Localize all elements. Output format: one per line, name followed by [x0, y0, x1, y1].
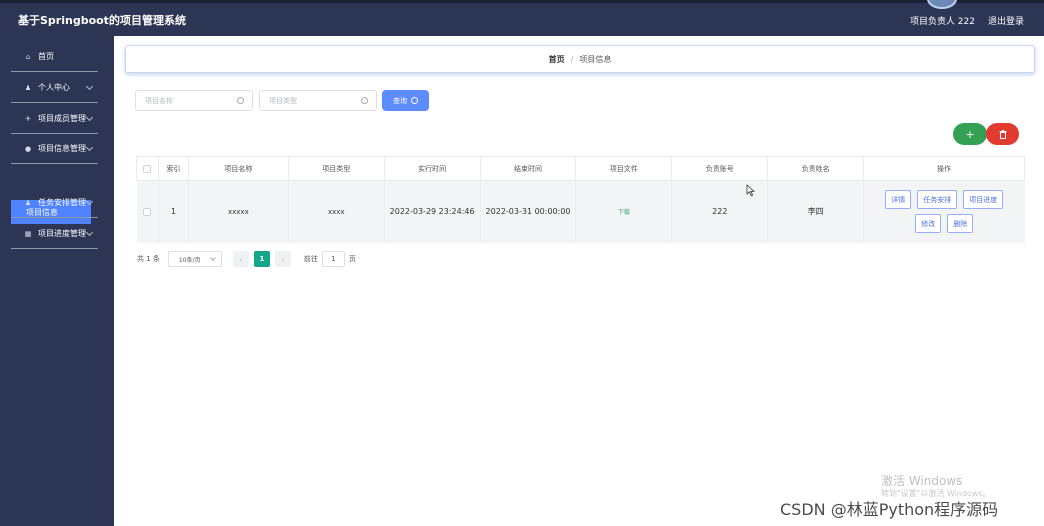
csdn-watermark: CSDN @林蓝Python程序源码	[780, 500, 999, 519]
operations-row: 详情 任务安排 项目进度	[885, 190, 1004, 210]
chevron-down-icon	[85, 228, 94, 237]
search-icon	[361, 97, 368, 104]
current-user-label: 项目负责人 222	[909, 17, 975, 27]
row-select-cell[interactable]	[136, 180, 159, 243]
table-row: 1 xxxxx xxxx 2022-03-29 23:24:46 2022-03…	[136, 180, 1025, 243]
operations-row: 修改 删除	[915, 214, 974, 234]
cell-end-time: 2022-03-31 00:00:00	[480, 180, 577, 243]
chevron-down-icon	[85, 113, 94, 122]
trash-icon	[999, 129, 1006, 139]
column-header: 项目文件	[575, 156, 673, 181]
next-page-button[interactable]: ›	[274, 251, 291, 267]
sidebar-item-members[interactable]: ✈ 项目成员管理	[11, 104, 98, 134]
operations-group: 详情 任务安排 项目进度 修改 删除	[864, 190, 1024, 234]
download-link[interactable]: 下载	[618, 209, 630, 216]
sidebar-item-tasks[interactable]: ♟ 任务安排管理	[11, 188, 98, 218]
select-all-checkbox[interactable]	[143, 164, 152, 173]
cell-operations: 详情 任务安排 项目进度 修改 删除	[863, 180, 1025, 243]
delete-button[interactable]: 删除	[947, 214, 974, 234]
column-header: 索引	[157, 156, 189, 181]
column-header: 项目名称	[187, 156, 289, 181]
user-icon: ♟	[24, 83, 32, 92]
chevron-down-icon	[85, 82, 94, 91]
select-all-header[interactable]	[136, 156, 159, 181]
page-size-select[interactable]: 10条/页	[167, 251, 222, 267]
page-size-value: 10条/页	[178, 256, 201, 264]
search-icon	[411, 97, 418, 104]
sidebar-item-label: 项目信息管理	[38, 144, 86, 153]
sidebar-item-profile[interactable]: ♟ 个人中心	[11, 73, 98, 103]
cell-project-type: xxxx	[288, 180, 385, 243]
edit-button[interactable]: 修改	[915, 214, 942, 234]
column-header: 项目类型	[287, 156, 385, 181]
sidebar-item-label: 项目进度管理	[38, 229, 86, 238]
column-header: 实行时间	[383, 156, 481, 181]
user-icon: ♟	[24, 198, 32, 207]
grid-icon: ▦	[24, 229, 32, 238]
top-right-links: 项目负责人 222 退出登录	[910, 14, 1024, 27]
add-button[interactable]: +	[953, 123, 987, 145]
prev-page-button[interactable]: ‹	[232, 251, 249, 267]
pin-icon: ✈	[25, 114, 31, 123]
progress-button[interactable]: 项目进度	[963, 190, 1004, 210]
query-button[interactable]: 查询	[382, 90, 429, 111]
cell-start-time: 2022-03-29 23:24:46	[384, 180, 481, 243]
cell-owner: 李四	[767, 180, 865, 243]
sidebar-item-home[interactable]: ⌂ 首页	[11, 42, 98, 72]
pagination: 共 1 条 10条/页 ‹ 1 › 前往 1 页	[137, 251, 356, 267]
location-icon: ●	[24, 144, 32, 153]
column-header: 负责账号	[671, 156, 769, 181]
breadcrumb-separator: /	[570, 54, 574, 64]
detail-button[interactable]: 详情	[885, 190, 912, 210]
chevron-right-icon: ›	[281, 254, 285, 264]
cell-project-name: xxxxx	[188, 180, 289, 243]
sidebar-item-progress[interactable]: ▦ 项目进度管理	[11, 219, 98, 249]
cell-index: 1	[158, 180, 189, 243]
sidebar-item-label: 任务安排管理	[38, 198, 86, 207]
home-icon: ⌂	[25, 52, 31, 61]
page-number-active[interactable]: 1	[253, 251, 270, 267]
goto-page-input[interactable]: 1	[321, 251, 345, 267]
project-name-input[interactable]: 项目名称	[135, 90, 253, 111]
project-name-placeholder: 项目名称	[145, 96, 173, 105]
main-content: 首页 / 项目信息 项目名称 项目类型 查询 + 索引 项目名称 项目类型 实行…	[114, 36, 1044, 526]
column-header: 结束时间	[479, 156, 577, 181]
breadcrumb-current: 项目信息	[579, 54, 612, 64]
chevron-down-icon	[85, 197, 94, 206]
logout-link[interactable]: 退出登录	[988, 14, 1024, 27]
sidebar-item-project-info[interactable]: ● 项目信息管理	[11, 134, 98, 164]
sidebar: ⌂ 首页 ♟ 个人中心 ✈ 项目成员管理 ● 项目信息管理 项目信息 ♟ 任务安…	[0, 36, 114, 526]
top-navbar: 基于Springboot的项目管理系统 项目负责人 222 退出登录	[0, 0, 1044, 36]
column-header: 负责姓名	[767, 156, 865, 181]
row-checkbox[interactable]	[143, 207, 152, 216]
breadcrumb: 首页 / 项目信息	[125, 45, 1035, 73]
total-count: 共 1 条	[137, 255, 160, 263]
breadcrumb-home[interactable]: 首页	[549, 54, 565, 65]
sidebar-item-label: 首页	[38, 52, 54, 61]
chevron-down-icon	[210, 255, 216, 261]
project-type-input[interactable]: 项目类型	[259, 90, 377, 111]
project-type-placeholder: 项目类型	[269, 96, 297, 105]
app-title: 基于Springboot的项目管理系统	[18, 14, 186, 27]
goto-label: 前往	[303, 255, 318, 263]
query-button-label: 查询	[393, 96, 407, 105]
chevron-down-icon	[85, 143, 94, 152]
project-table: 索引 项目名称 项目类型 实行时间 结束时间 项目文件 负责账号 负责姓名 操作…	[136, 156, 1025, 243]
cell-project-file: 下载	[575, 180, 673, 243]
sidebar-item-label: 项目成员管理	[38, 114, 86, 123]
column-header: 操作	[863, 156, 1025, 181]
task-arrange-button[interactable]: 任务安排	[917, 190, 958, 210]
activation-watermark-title: 激活 Windows	[881, 474, 963, 488]
mouse-cursor-icon	[746, 184, 756, 197]
page-unit-label: 页	[348, 255, 356, 263]
avatar[interactable]	[927, 0, 957, 9]
chevron-left-icon: ‹	[239, 254, 243, 264]
sidebar-item-label: 个人中心	[38, 83, 70, 92]
batch-delete-button[interactable]	[986, 123, 1019, 145]
search-icon	[237, 97, 244, 104]
table-header-row: 索引 项目名称 项目类型 实行时间 结束时间 项目文件 负责账号 负责姓名 操作	[136, 156, 1025, 181]
